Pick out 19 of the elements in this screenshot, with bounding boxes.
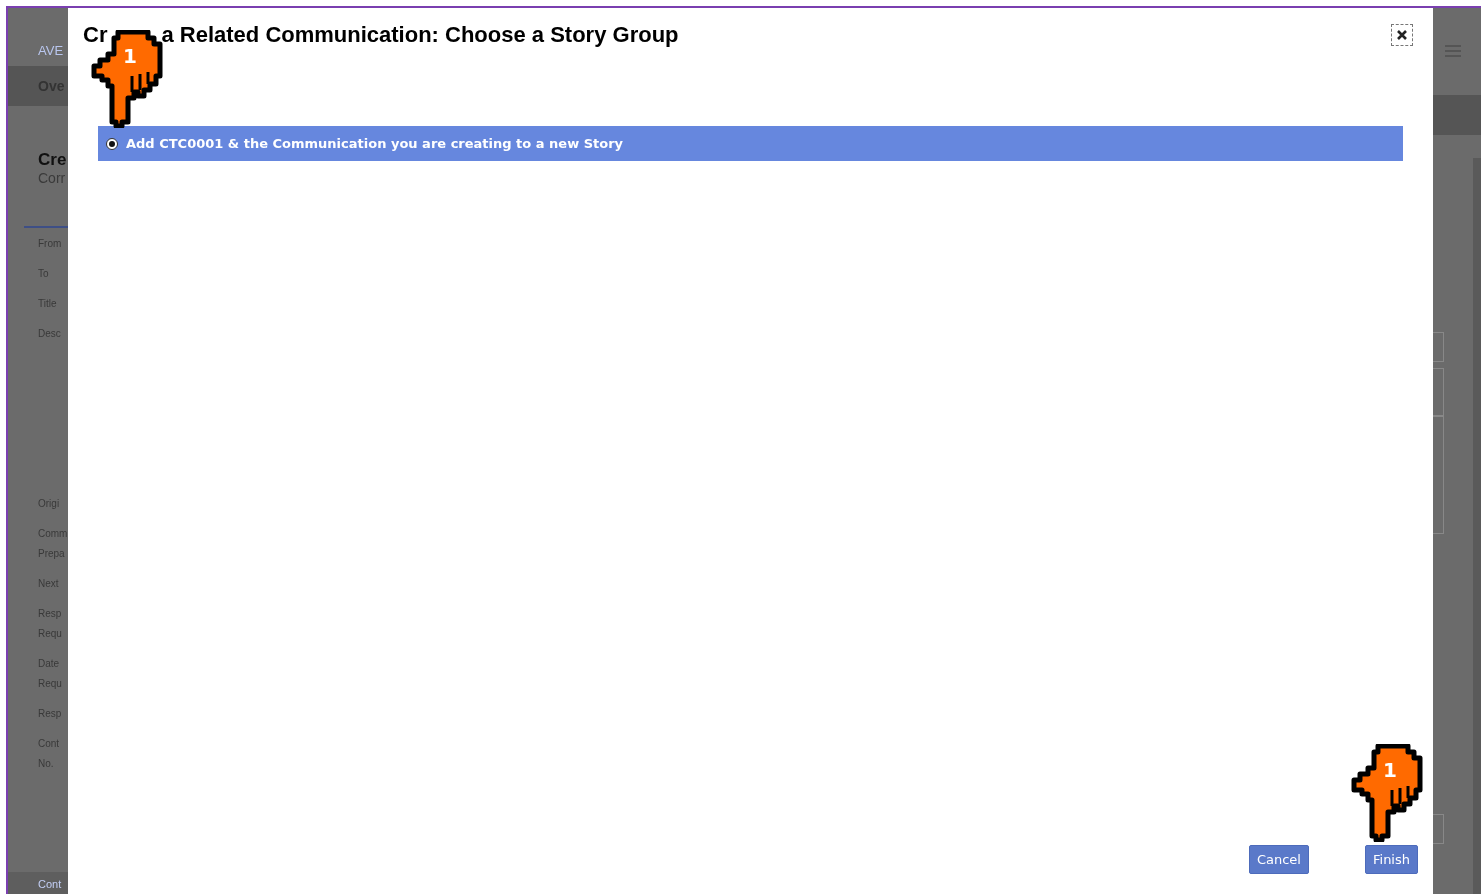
input-field[interactable] xyxy=(1433,814,1444,844)
close-button[interactable] xyxy=(1391,24,1413,46)
dialog-title: a Related Communication: Choose a Story Group xyxy=(161,22,679,49)
page-heading: Cre xyxy=(38,150,68,170)
dialog-title: Cr xyxy=(83,22,108,49)
dialog-button[interactable]: Finish xyxy=(1365,845,1418,874)
radio-button[interactable] xyxy=(106,137,118,150)
logo-text: AVE xyxy=(38,43,65,60)
dialog-button[interactable]: Cancel xyxy=(1248,845,1309,874)
footer-link[interactable]: Cont xyxy=(8,872,68,894)
header-bar xyxy=(1433,95,1481,135)
input-field[interactable] xyxy=(1433,368,1444,416)
step-number: 1 xyxy=(1383,758,1397,782)
input-field[interactable] xyxy=(1433,416,1444,534)
option-label: Add CTC0001 & the Communication you are creating to a new Story xyxy=(126,136,624,151)
step-number: 1 xyxy=(123,44,137,68)
option-row[interactable]: Add CTC0001 & the Communication you are creating to a new Story xyxy=(98,126,1403,161)
input-field[interactable] xyxy=(1433,332,1444,362)
close-icon xyxy=(1396,29,1408,41)
